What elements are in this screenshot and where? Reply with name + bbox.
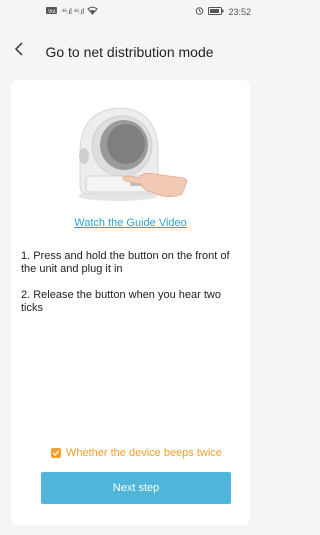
nav-bar: Go to net distribution mode — [0, 36, 259, 68]
watch-guide-video-link[interactable]: Watch the Guide Video — [11, 217, 250, 229]
litter-box-device-illustration — [70, 98, 190, 206]
svg-text:VoLTE: VoLTE — [48, 9, 58, 15]
alarm-icon — [195, 6, 204, 17]
clock: 23:52 — [228, 6, 251, 17]
page-title: Go to net distribution mode — [45, 44, 214, 60]
status-left: VoLTE ⁴⁶.ıl ⁴⁶.ıl — [46, 6, 98, 17]
status-right: 23:52 — [195, 6, 251, 17]
step-1: 1. Press and hold the button on the fron… — [21, 250, 230, 275]
wifi-icon — [86, 6, 98, 17]
instruction-card: Watch the Guide Video 1. Press and hold … — [11, 80, 250, 525]
beep-twice-checkbox[interactable]: Whether the device beeps twice — [51, 447, 222, 459]
sim-icon: VoLTE — [46, 6, 63, 17]
checkbox-checked-icon[interactable] — [51, 448, 61, 458]
battery-icon — [208, 6, 224, 17]
next-step-button[interactable]: Next step — [41, 472, 231, 504]
beep-twice-label: Whether the device beeps twice — [66, 447, 222, 459]
instructions: 1. Press and hold the button on the fron… — [21, 250, 242, 328]
status-bar: VoLTE ⁴⁶.ıl ⁴⁶.ıl 23:52 — [0, 0, 259, 22]
signal-icon: ⁴⁶.ıl ⁴⁶.ıl — [61, 7, 84, 16]
step-2: 2. Release the button when you hear two … — [21, 289, 221, 314]
